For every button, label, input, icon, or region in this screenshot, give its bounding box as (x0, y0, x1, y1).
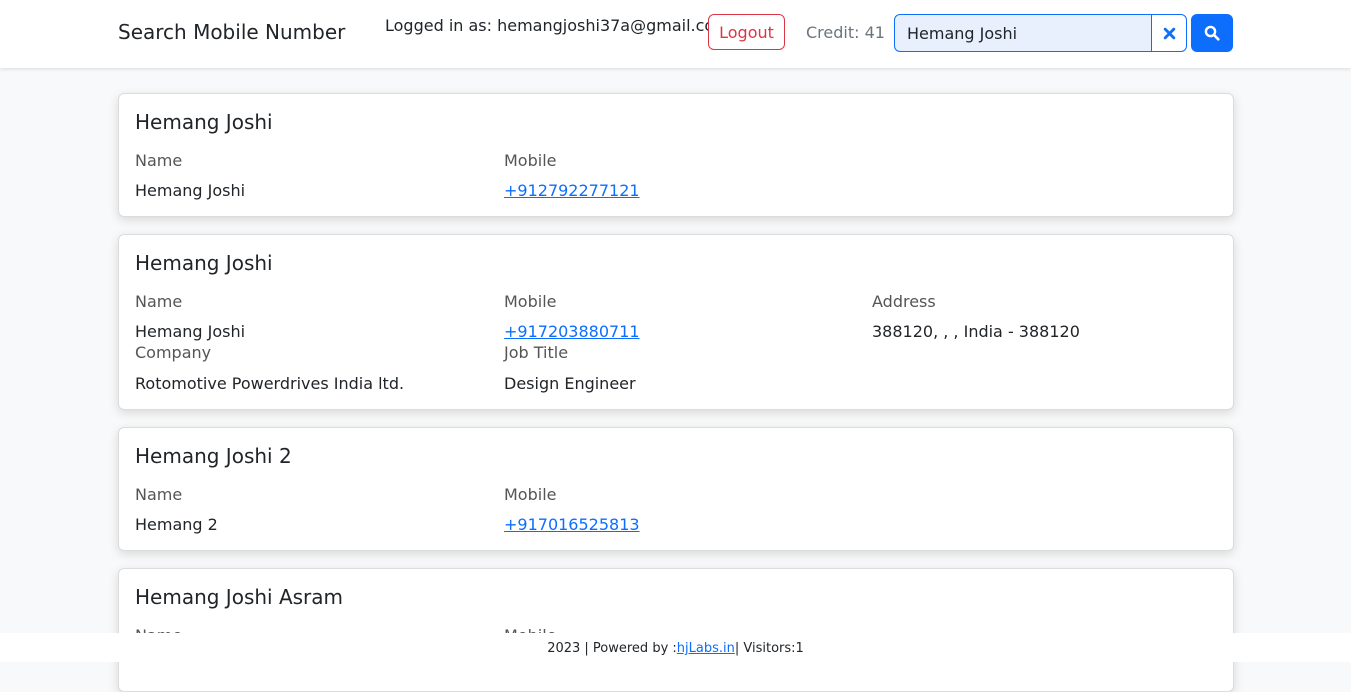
name-label: Name (135, 485, 183, 504)
x-icon (1163, 27, 1175, 39)
name-value: Hemang Joshi (135, 322, 246, 341)
name-label: Name (135, 292, 183, 311)
mobile-link[interactable]: +912792277121 (504, 181, 640, 200)
credit-text: Credit: 41 (806, 23, 885, 42)
result-title: Hemang Joshi Asram (135, 585, 344, 609)
brand-title[interactable]: Search Mobile Number (118, 20, 345, 44)
name-value: Hemang 2 (135, 515, 218, 534)
mobile-link[interactable]: +917203880711 (504, 322, 640, 341)
mobile-link[interactable]: +917016525813 (504, 515, 640, 534)
footer-link[interactable]: hjLabs.in (677, 641, 735, 656)
mobile-label: Mobile (504, 292, 557, 311)
result-card: Hemang Joshi Name Mobile Hemang Joshi +9… (118, 93, 1234, 217)
mobile-label: Mobile (504, 485, 557, 504)
footer-prefix: 2023 | Powered by : (547, 641, 677, 656)
result-card: Hemang Joshi Name Mobile Address Hemang … (118, 234, 1234, 410)
address-value: 388120, , , India - 388120 (872, 322, 1080, 341)
result-card: Hemang Joshi Asram Name Mobile (118, 568, 1234, 692)
search-button[interactable] (1191, 14, 1233, 52)
footer: 2023 | Powered by :hjLabs.in| Visitors:1 (0, 633, 1351, 662)
result-title: Hemang Joshi (135, 110, 273, 134)
logout-button[interactable]: Logout (708, 14, 785, 50)
address-label: Address (872, 292, 936, 311)
result-card: Hemang Joshi 2 Name Mobile Hemang 2 +917… (118, 427, 1234, 551)
navbar: Search Mobile Number Logged in as: heman… (0, 0, 1351, 68)
job-title-label: Job Title (504, 343, 569, 362)
search-input[interactable] (894, 14, 1152, 52)
clear-search-button[interactable] (1151, 14, 1187, 52)
footer-visitors: | Visitors:1 (734, 641, 804, 656)
company-label: Company (135, 343, 212, 362)
result-title: Hemang Joshi (135, 251, 273, 275)
company-value: Rotomotive Powerdrives India ltd. (135, 374, 405, 393)
magnifier-icon (1204, 25, 1220, 41)
logged-in-text: Logged in as: hemangjoshi37a@gmail.com (385, 16, 730, 35)
name-label: Name (135, 151, 183, 170)
result-title: Hemang Joshi 2 (135, 444, 292, 468)
job-title-value: Design Engineer (504, 374, 636, 393)
mobile-label: Mobile (504, 151, 557, 170)
name-value: Hemang Joshi (135, 181, 246, 200)
